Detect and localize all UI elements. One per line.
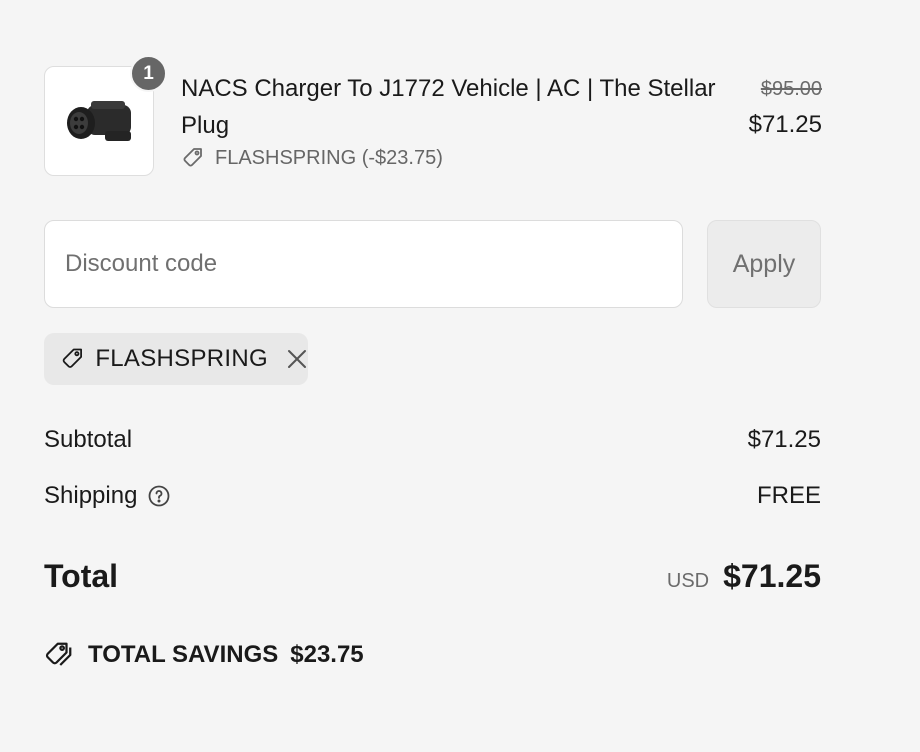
total-row: Total USD $71.25 [44,558,821,595]
ev-adapter-plug-image [67,101,131,141]
question-circle-icon [149,485,170,507]
shipping-help-icon[interactable] [147,484,171,508]
total-label: Total [44,558,119,594]
shipping-label-group: Shipping [44,482,171,510]
applied-discount-chip: FLASHSPRING [44,333,308,385]
subtotal-label: Subtotal [44,426,133,453]
currency-code: USD [666,570,710,592]
line-item-discount-label: FLASHSPRING (-$23.75) [215,146,443,169]
total-amount-group: USD $71.25 [667,558,821,595]
applied-code-label: FLASHSPRING [95,345,268,372]
close-icon [288,350,306,368]
product-title: NACS Charger To J1772 Vehicle | AC | The… [181,75,716,139]
shipping-label: Shipping [44,482,138,509]
total-amount: $71.25 [723,558,821,594]
apply-discount-button[interactable]: Apply [707,220,821,308]
total-savings-label: TOTAL SAVINGS [88,641,279,668]
cart-line-item: 1 NACS Charger To J1772 Vehicle | AC | T… [44,55,822,178]
quantity-badge: 1 [130,55,167,92]
discount-code-input[interactable] [44,220,683,308]
shipping-value: FREE [756,482,821,509]
double-tag-icon [45,642,72,666]
tag-icon [183,148,202,167]
total-savings: TOTAL SAVINGS $23.75 [44,640,364,670]
original-price: $95.00 [760,78,822,100]
discounted-price: $71.25 [748,111,822,138]
shipping-row: Shipping FREE [44,482,821,510]
tag-icon [62,348,83,368]
line-item-discount: FLASHSPRING (-$23.75) [181,146,443,170]
total-savings-amount: $23.75 [290,641,364,668]
subtotal-value: $71.25 [747,426,821,453]
remove-discount-button[interactable] [286,348,308,370]
subtotal-row: Subtotal $71.25 [44,426,821,454]
